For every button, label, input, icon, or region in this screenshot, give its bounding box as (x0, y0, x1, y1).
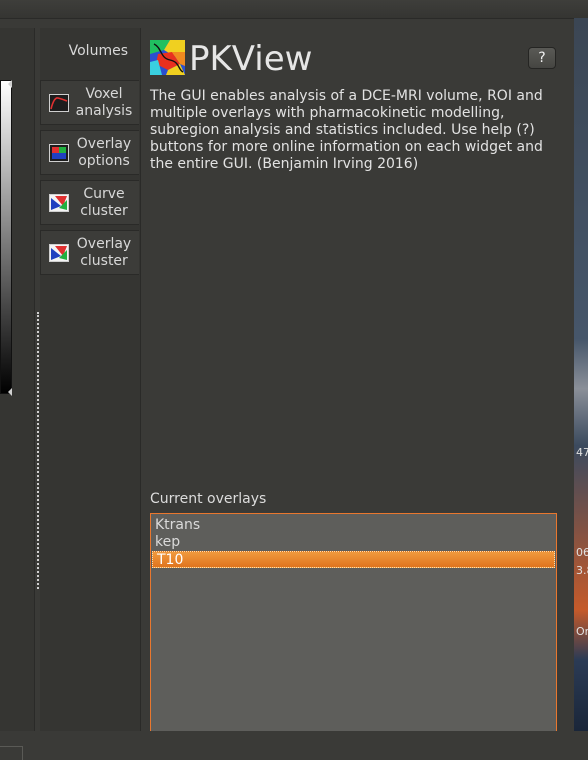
overlay-list-item-selected[interactable]: T10 (152, 551, 555, 568)
help-button[interactable]: ? (528, 47, 556, 69)
background-text-fragment: 47 (576, 446, 588, 459)
tab-label: Voxel analysis (75, 85, 133, 119)
overlay-list-item[interactable]: kep (151, 534, 556, 551)
tab-volumes[interactable]: Volumes (40, 29, 139, 74)
tab-label: Volumes (68, 43, 128, 59)
current-overlays-label: Current overlays (150, 491, 267, 507)
window-titlebar (0, 0, 588, 19)
tab-curve-cluster[interactable]: Curve cluster (40, 180, 139, 225)
tab-label: Overlay cluster (76, 235, 132, 269)
main-content-panel: PKView ? The GUI enables analysis of a D… (141, 28, 574, 731)
colormap-min-handle[interactable] (8, 388, 12, 396)
colormap-max-handle[interactable] (8, 80, 12, 88)
overlay-icon (49, 143, 69, 162)
cluster-icon (49, 193, 69, 212)
tab-voxel-analysis[interactable]: Voxel analysis (40, 80, 139, 125)
background-text-fragment: Or (576, 625, 588, 638)
tab-overlay-cluster[interactable]: Overlay cluster (40, 230, 139, 275)
app-title: PKView (189, 39, 313, 79)
pkview-logo-icon (150, 40, 185, 75)
image-view-panel (0, 28, 35, 760)
cluster-icon (49, 243, 69, 262)
background-text-fragment: 06 (576, 546, 588, 559)
panel-corner-box (0, 746, 23, 760)
tab-overlay-options[interactable]: Overlay options (40, 130, 139, 175)
widget-tab-bar: Volumes Voxel analysis Overlay options Cur… (40, 28, 141, 731)
app-description: The GUI enables analysis of a DCE-MRI vo… (150, 88, 543, 172)
background-text-fragment: 3.8 (576, 564, 588, 577)
colormap-bar[interactable] (0, 80, 12, 394)
tab-label: Curve cluster (80, 185, 128, 219)
overlay-list[interactable]: Ktrans kep T10 (150, 513, 557, 731)
desktop-background: 47 06 3.8 Or (574, 18, 588, 731)
overlay-list-item[interactable]: Ktrans (151, 517, 556, 534)
tab-label: Overlay options (76, 135, 132, 169)
curve-icon (49, 93, 69, 112)
